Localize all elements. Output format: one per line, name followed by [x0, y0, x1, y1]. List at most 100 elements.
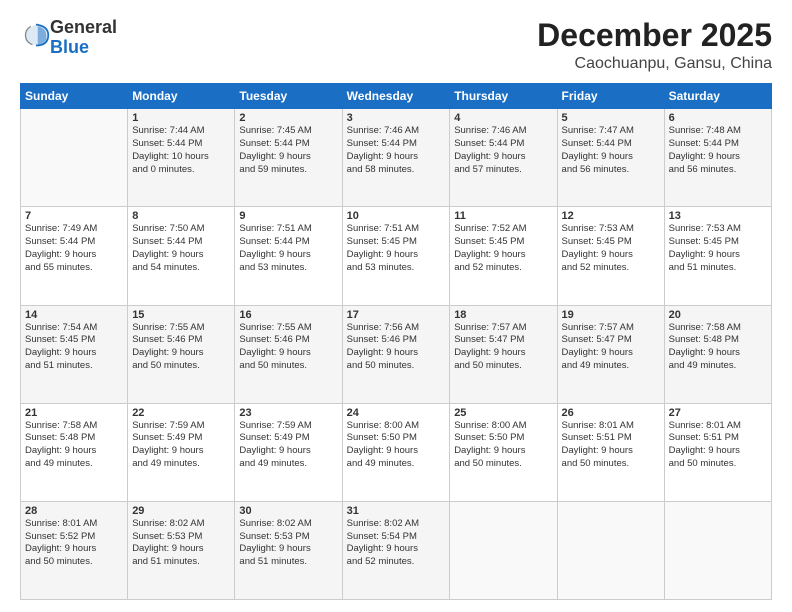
table-row: 31Sunrise: 8:02 AM Sunset: 5:54 PM Dayli… — [342, 501, 450, 599]
day-number: 31 — [347, 505, 446, 517]
day-info: Sunrise: 7:44 AM Sunset: 5:44 PM Dayligh… — [132, 125, 230, 176]
day-number: 16 — [239, 309, 337, 321]
table-row: 11Sunrise: 7:52 AM Sunset: 5:45 PM Dayli… — [450, 207, 557, 305]
table-row: 8Sunrise: 7:50 AM Sunset: 5:44 PM Daylig… — [128, 207, 235, 305]
day-info: Sunrise: 7:56 AM Sunset: 5:46 PM Dayligh… — [347, 322, 446, 373]
table-row: 29Sunrise: 8:02 AM Sunset: 5:53 PM Dayli… — [128, 501, 235, 599]
header-monday: Monday — [128, 84, 235, 109]
day-info: Sunrise: 7:59 AM Sunset: 5:49 PM Dayligh… — [132, 420, 230, 471]
day-info: Sunrise: 8:02 AM Sunset: 5:53 PM Dayligh… — [132, 518, 230, 569]
table-row: 20Sunrise: 7:58 AM Sunset: 5:48 PM Dayli… — [664, 305, 771, 403]
day-info: Sunrise: 7:58 AM Sunset: 5:48 PM Dayligh… — [669, 322, 767, 373]
table-row: 25Sunrise: 8:00 AM Sunset: 5:50 PM Dayli… — [450, 403, 557, 501]
page: General Blue December 2025 Caochuanpu, G… — [0, 0, 792, 612]
day-number: 25 — [454, 407, 552, 419]
day-number: 9 — [239, 210, 337, 222]
header-thursday: Thursday — [450, 84, 557, 109]
table-row: 4Sunrise: 7:46 AM Sunset: 5:44 PM Daylig… — [450, 109, 557, 207]
table-row: 23Sunrise: 7:59 AM Sunset: 5:49 PM Dayli… — [235, 403, 342, 501]
day-info: Sunrise: 7:57 AM Sunset: 5:47 PM Dayligh… — [562, 322, 660, 373]
day-info: Sunrise: 7:51 AM Sunset: 5:44 PM Dayligh… — [239, 223, 337, 274]
table-row: 3Sunrise: 7:46 AM Sunset: 5:44 PM Daylig… — [342, 109, 450, 207]
header-saturday: Saturday — [664, 84, 771, 109]
table-row — [664, 501, 771, 599]
table-row: 12Sunrise: 7:53 AM Sunset: 5:45 PM Dayli… — [557, 207, 664, 305]
calendar-week-row: 28Sunrise: 8:01 AM Sunset: 5:52 PM Dayli… — [21, 501, 772, 599]
table-row: 19Sunrise: 7:57 AM Sunset: 5:47 PM Dayli… — [557, 305, 664, 403]
header-wednesday: Wednesday — [342, 84, 450, 109]
table-row: 17Sunrise: 7:56 AM Sunset: 5:46 PM Dayli… — [342, 305, 450, 403]
day-number: 29 — [132, 505, 230, 517]
table-row: 21Sunrise: 7:58 AM Sunset: 5:48 PM Dayli… — [21, 403, 128, 501]
day-info: Sunrise: 8:01 AM Sunset: 5:51 PM Dayligh… — [669, 420, 767, 471]
logo-general-text: General — [50, 17, 117, 37]
day-number: 6 — [669, 112, 767, 124]
logo: General Blue — [20, 18, 117, 58]
table-row — [450, 501, 557, 599]
day-info: Sunrise: 8:02 AM Sunset: 5:54 PM Dayligh… — [347, 518, 446, 569]
day-number: 15 — [132, 309, 230, 321]
day-number: 12 — [562, 210, 660, 222]
day-number: 17 — [347, 309, 446, 321]
location-title: Caochuanpu, Gansu, China — [537, 55, 772, 73]
day-info: Sunrise: 7:49 AM Sunset: 5:44 PM Dayligh… — [25, 223, 123, 274]
month-title: December 2025 — [537, 18, 772, 53]
day-number: 22 — [132, 407, 230, 419]
day-info: Sunrise: 8:02 AM Sunset: 5:53 PM Dayligh… — [239, 518, 337, 569]
day-number: 10 — [347, 210, 446, 222]
day-number: 2 — [239, 112, 337, 124]
table-row: 2Sunrise: 7:45 AM Sunset: 5:44 PM Daylig… — [235, 109, 342, 207]
day-number: 18 — [454, 309, 552, 321]
day-info: Sunrise: 7:54 AM Sunset: 5:45 PM Dayligh… — [25, 322, 123, 373]
table-row: 5Sunrise: 7:47 AM Sunset: 5:44 PM Daylig… — [557, 109, 664, 207]
day-info: Sunrise: 7:47 AM Sunset: 5:44 PM Dayligh… — [562, 125, 660, 176]
table-row: 10Sunrise: 7:51 AM Sunset: 5:45 PM Dayli… — [342, 207, 450, 305]
day-number: 13 — [669, 210, 767, 222]
header-tuesday: Tuesday — [235, 84, 342, 109]
logo-icon — [22, 21, 50, 49]
day-info: Sunrise: 8:00 AM Sunset: 5:50 PM Dayligh… — [347, 420, 446, 471]
day-number: 28 — [25, 505, 123, 517]
day-number: 20 — [669, 309, 767, 321]
day-number: 8 — [132, 210, 230, 222]
calendar-week-row: 14Sunrise: 7:54 AM Sunset: 5:45 PM Dayli… — [21, 305, 772, 403]
day-number: 26 — [562, 407, 660, 419]
day-number: 1 — [132, 112, 230, 124]
logo-blue-text: Blue — [50, 37, 89, 57]
table-row: 7Sunrise: 7:49 AM Sunset: 5:44 PM Daylig… — [21, 207, 128, 305]
table-row: 27Sunrise: 8:01 AM Sunset: 5:51 PM Dayli… — [664, 403, 771, 501]
day-info: Sunrise: 7:53 AM Sunset: 5:45 PM Dayligh… — [562, 223, 660, 274]
table-row: 6Sunrise: 7:48 AM Sunset: 5:44 PM Daylig… — [664, 109, 771, 207]
day-number: 5 — [562, 112, 660, 124]
day-info: Sunrise: 8:00 AM Sunset: 5:50 PM Dayligh… — [454, 420, 552, 471]
day-info: Sunrise: 8:01 AM Sunset: 5:52 PM Dayligh… — [25, 518, 123, 569]
table-row: 16Sunrise: 7:55 AM Sunset: 5:46 PM Dayli… — [235, 305, 342, 403]
table-row: 1Sunrise: 7:44 AM Sunset: 5:44 PM Daylig… — [128, 109, 235, 207]
day-info: Sunrise: 7:46 AM Sunset: 5:44 PM Dayligh… — [454, 125, 552, 176]
day-info: Sunrise: 7:57 AM Sunset: 5:47 PM Dayligh… — [454, 322, 552, 373]
day-info: Sunrise: 7:48 AM Sunset: 5:44 PM Dayligh… — [669, 125, 767, 176]
day-number: 3 — [347, 112, 446, 124]
day-info: Sunrise: 8:01 AM Sunset: 5:51 PM Dayligh… — [562, 420, 660, 471]
calendar-week-row: 7Sunrise: 7:49 AM Sunset: 5:44 PM Daylig… — [21, 207, 772, 305]
day-number: 14 — [25, 309, 123, 321]
day-number: 24 — [347, 407, 446, 419]
day-info: Sunrise: 7:45 AM Sunset: 5:44 PM Dayligh… — [239, 125, 337, 176]
day-info: Sunrise: 7:53 AM Sunset: 5:45 PM Dayligh… — [669, 223, 767, 274]
header-sunday: Sunday — [21, 84, 128, 109]
day-info: Sunrise: 7:55 AM Sunset: 5:46 PM Dayligh… — [132, 322, 230, 373]
calendar-week-row: 1Sunrise: 7:44 AM Sunset: 5:44 PM Daylig… — [21, 109, 772, 207]
day-info: Sunrise: 7:51 AM Sunset: 5:45 PM Dayligh… — [347, 223, 446, 274]
table-row: 13Sunrise: 7:53 AM Sunset: 5:45 PM Dayli… — [664, 207, 771, 305]
day-number: 30 — [239, 505, 337, 517]
table-row — [557, 501, 664, 599]
day-number: 4 — [454, 112, 552, 124]
header-friday: Friday — [557, 84, 664, 109]
table-row: 9Sunrise: 7:51 AM Sunset: 5:44 PM Daylig… — [235, 207, 342, 305]
calendar-header-row: Sunday Monday Tuesday Wednesday Thursday… — [21, 84, 772, 109]
table-row: 14Sunrise: 7:54 AM Sunset: 5:45 PM Dayli… — [21, 305, 128, 403]
title-block: December 2025 Caochuanpu, Gansu, China — [537, 18, 772, 73]
day-number: 11 — [454, 210, 552, 222]
day-info: Sunrise: 7:58 AM Sunset: 5:48 PM Dayligh… — [25, 420, 123, 471]
header: General Blue December 2025 Caochuanpu, G… — [20, 18, 772, 73]
